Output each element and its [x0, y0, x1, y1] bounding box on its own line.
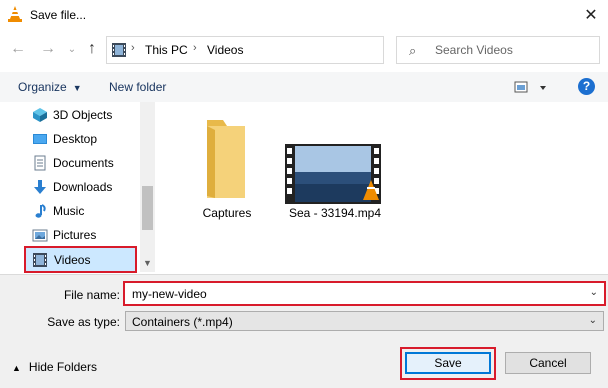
up-arrow-icon[interactable]: ↑ — [82, 39, 102, 59]
organize-label: Organize — [18, 80, 67, 94]
file-item-captures[interactable]: Captures — [177, 118, 277, 228]
organize-button[interactable]: Organize ▼ — [18, 80, 82, 94]
chevron-down-icon: ⌄ — [588, 315, 597, 326]
sidebar-item-label: Videos — [54, 253, 91, 267]
sidebar-item-label: Pictures — [53, 228, 97, 242]
3d-objects-icon — [33, 108, 47, 122]
save-button[interactable]: Save — [405, 352, 491, 374]
cancel-button[interactable]: Cancel — [505, 352, 591, 374]
file-name-label: Captures — [202, 206, 252, 220]
file-name-label: Sea - 33194.mp4 — [288, 206, 382, 220]
vlc-cone-icon — [8, 6, 22, 22]
sidebar-item-label: Downloads — [53, 180, 113, 194]
command-bar: Organize ▼ New folder — [0, 72, 608, 102]
downloads-icon — [34, 180, 46, 194]
address-bar[interactable]: › This PC › Videos ⌄ ↻ — [106, 36, 478, 64]
sidebar-item-label: Documents — [53, 156, 114, 170]
recent-locations-chevron-icon[interactable]: ⌄ — [62, 40, 82, 60]
save-as-type-select[interactable]: Containers (*.mp4) ⌄ — [125, 311, 604, 331]
videos-icon — [112, 43, 126, 57]
change-view-icon[interactable] — [514, 80, 550, 96]
title-bar: Save file... ✕ — [0, 0, 608, 30]
window-title: Save file... — [30, 8, 87, 22]
close-icon: ✕ — [584, 7, 598, 24]
search-box[interactable]: ⌕ — [396, 36, 600, 64]
forward-arrow-icon[interactable]: → — [38, 39, 58, 59]
close-button[interactable]: ✕ — [574, 0, 608, 30]
breadcrumb-separator-icon: › — [193, 42, 197, 54]
breadcrumb-separator-icon: › — [131, 42, 135, 54]
folder-icon — [207, 120, 245, 198]
save-as-type-value: Containers (*.mp4) — [132, 315, 233, 329]
breadcrumb-videos[interactable]: Videos — [207, 43, 243, 57]
sidebar-item-3d-objects[interactable]: 3D Objects — [24, 104, 136, 126]
help-button[interactable]: ? — [578, 78, 595, 95]
caret-down-icon: ▼ — [72, 83, 82, 93]
new-folder-button[interactable]: New folder — [109, 80, 166, 94]
sidebar-item-downloads[interactable]: Downloads — [24, 176, 136, 198]
videos-icon — [33, 253, 47, 267]
search-input[interactable] — [435, 37, 595, 63]
caret-up-icon: ▲ — [12, 363, 21, 373]
file-item-sea-video[interactable]: Sea - 33194.mp4 — [285, 118, 390, 228]
sidebar-item-music[interactable]: Music — [24, 200, 136, 222]
music-icon — [35, 204, 46, 218]
file-name-field[interactable]: ⌄ — [123, 281, 606, 306]
scroll-down-arrow-icon[interactable]: ▼ — [140, 255, 155, 271]
search-icon: ⌕ — [409, 43, 417, 58]
save-as-type-label: Save as type: — [47, 315, 120, 329]
sidebar-item-label: Desktop — [53, 132, 98, 146]
sidebar-item-documents[interactable]: Documents — [24, 152, 136, 174]
file-name-input[interactable] — [132, 285, 572, 303]
file-name-label: File name: — [63, 288, 120, 302]
sidebar-item-desktop[interactable]: Desktop — [24, 128, 136, 150]
sidebar-item-label: 3D Objects — [53, 108, 113, 122]
desktop-icon — [33, 134, 47, 144]
video-thumbnail-icon — [285, 144, 381, 204]
sidebar-item-label: Music — [53, 204, 85, 218]
back-arrow-icon[interactable]: ← — [8, 39, 28, 59]
sidebar-scrollbar-thumb[interactable] — [142, 186, 153, 230]
sidebar-item-pictures[interactable]: Pictures — [24, 224, 136, 246]
pictures-icon — [32, 229, 48, 242]
breadcrumb-this-pc[interactable]: This PC — [145, 43, 188, 57]
hide-folders-button[interactable]: ▲ Hide Folders — [12, 360, 97, 374]
sidebar-item-videos[interactable]: Videos — [24, 246, 137, 273]
file-name-dropdown-icon[interactable]: ⌄ — [590, 287, 598, 298]
hide-folders-label: Hide Folders — [28, 360, 97, 374]
documents-icon — [34, 155, 46, 171]
